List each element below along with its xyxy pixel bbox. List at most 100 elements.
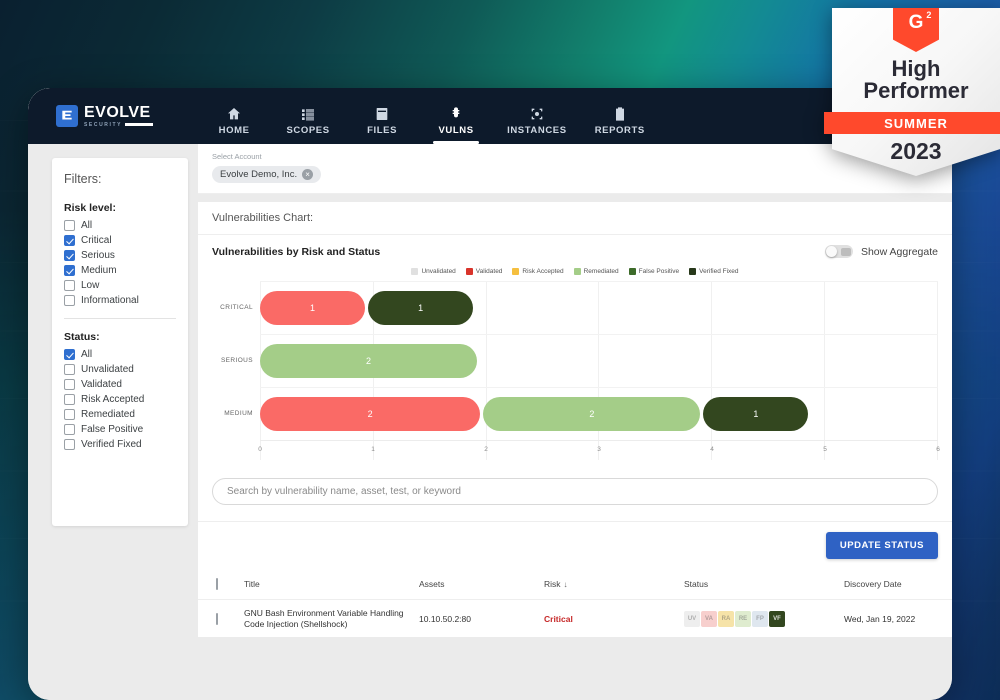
filter-status-verified-fixed[interactable]: Verified Fixed [64,439,176,450]
nav-items: HOME SCOPES FILES VULNS INSTANCES REPORT… [211,88,645,144]
filter-risk-critical[interactable]: Critical [64,235,176,246]
vulnerabilities-chart-panel: Vulnerabilities Chart: Vulnerabilities b… [198,202,952,521]
filter-label: Serious [81,250,115,261]
column-header-title[interactable]: Title [238,569,413,600]
cell-discovery-date: Wed, Jan 19, 2022 [844,613,916,624]
filter-status-unvalidated[interactable]: Unvalidated [64,364,176,375]
legend-label: Remediated [583,268,619,275]
nav-item-reports[interactable]: REPORTS [595,94,645,144]
x-tick-label: 5 [823,446,827,453]
table-row[interactable]: GNU Bash Environment Variable Handling C… [198,600,952,638]
filter-label: Risk Accepted [81,394,145,405]
nav-item-vulns[interactable]: VULNS [433,94,480,144]
bar-segment-verified-fixed[interactable]: 1 [368,291,474,325]
nav-item-scopes[interactable]: SCOPES [285,94,331,144]
clipboard-icon [612,106,628,122]
checkbox-status-false-positive[interactable] [64,424,75,435]
bar-segment-validated[interactable]: 2 [260,397,481,431]
bar-segment-verified-fixed[interactable]: 1 [703,397,809,431]
nav-label-reports: REPORTS [594,125,645,136]
filter-status-risk-accepted[interactable]: Risk Accepted [64,394,176,405]
status-badge-validated[interactable]: VA [701,610,717,627]
update-status-button[interactable]: UPDATE STATUS [825,532,938,559]
legend-item-false-positive: False Positive [628,268,680,275]
show-aggregate-label: Show Aggregate [860,245,938,258]
status-badge-remediated[interactable]: RE [735,610,751,627]
filter-label: Validated [81,379,122,390]
checkbox-select-all[interactable] [216,578,218,590]
checkbox-risk-serious[interactable] [64,250,75,261]
legend-item-risk-accepted: Risk Accepted [512,268,564,275]
bar-segment-validated[interactable]: 1 [260,291,366,325]
column-header-status[interactable]: Status [678,569,838,600]
nav-item-files[interactable]: FILES [359,94,405,144]
x-tick-label: 4 [710,446,714,453]
filter-status-remediated[interactable]: Remediated [64,409,176,420]
checkbox-risk-low[interactable] [64,280,75,291]
chart-x-axis: 0 1 2 3 4 5 6 [258,440,940,460]
show-aggregate-toggle[interactable] [824,245,853,258]
cell-status: UV VA RA RE FP VF [678,600,838,638]
top-navigation-bar: EVOLVE SECURITY HOME SCOPES FILES VULNS … [28,88,952,144]
checkbox-risk-informational[interactable] [64,295,75,306]
g2-award-line2: Performer [863,78,969,104]
nav-item-home[interactable]: HOME [211,94,257,144]
checkbox-row-select[interactable] [216,612,218,625]
column-header-risk[interactable]: Risk ↓ [538,569,678,600]
checkbox-risk-critical[interactable] [64,235,75,246]
risk-badge-critical: Critical [544,613,573,624]
list-icon [300,106,316,122]
status-badge-false-positive[interactable]: FP [752,610,768,627]
y-label-medium: MEDIUM [224,410,253,417]
chart-plot-area: 1 1 2 2 2 1 0 1 2 3 4 5 6 [258,281,940,460]
legend-label: Verified Fixed [699,268,739,275]
legend-label: False Positive [638,268,680,275]
filter-risk-low[interactable]: Low [64,280,176,291]
account-chip[interactable]: Evolve Demo, Inc. × [212,166,322,183]
legend-item-remediated: Remediated [573,268,619,275]
checkbox-status-unvalidated[interactable] [64,364,75,375]
cell-title: GNU Bash Environment Variable Handling C… [244,608,404,629]
nav-label-home: HOME [218,125,250,136]
sort-down-icon[interactable]: ↓ [564,580,568,589]
app-screen: EVOLVE SECURITY HOME SCOPES FILES VULNS … [28,88,952,700]
filter-risk-informational[interactable]: Informational [64,295,176,306]
section-gap [198,194,952,202]
column-header-discovery-date[interactable]: Discovery Date [838,569,952,600]
g2-logo-letter: G2 [908,10,932,33]
bar-segment-remediated[interactable]: 2 [483,397,701,431]
filter-risk-serious[interactable]: Serious [64,250,176,261]
filter-status-all[interactable]: All [64,349,176,360]
search-input[interactable] [212,478,938,505]
checkbox-status-all[interactable] [64,349,75,360]
status-badge-risk-accepted[interactable]: RA [718,610,734,627]
checkbox-status-remediated[interactable] [64,409,75,420]
filter-risk-all[interactable]: All [64,220,176,231]
x-tick: 4 [710,441,825,460]
checkbox-risk-medium[interactable] [64,265,75,276]
column-header-assets[interactable]: Assets [413,569,538,600]
column-header-risk-label: Risk [544,579,561,589]
legend-swatch [573,268,581,275]
filters-title: Filters: [64,172,102,186]
bar-segment-remediated[interactable]: 2 [260,344,477,378]
table-header-row: Title Assets Risk ↓ Status Discovery Date [198,569,952,600]
filter-risk-medium[interactable]: Medium [64,265,176,276]
checkbox-status-validated[interactable] [64,379,75,390]
legend-swatch [465,268,473,275]
close-icon[interactable]: × [302,169,314,180]
checkbox-status-risk-accepted[interactable] [64,394,75,405]
status-badge-verified-fixed[interactable]: VF [769,610,785,627]
filters-sidebar: Filters: Risk level: All Critical Seriou… [52,158,188,526]
brand-logo[interactable]: EVOLVE SECURITY [56,104,154,128]
status-group-title: Status: [64,331,100,343]
checkbox-risk-all[interactable] [64,220,75,231]
show-aggregate-control[interactable]: Show Aggregate [824,245,938,258]
filter-status-false-positive[interactable]: False Positive [64,424,176,435]
filter-status-validated[interactable]: Validated [64,379,176,390]
checkbox-status-verified-fixed[interactable] [64,439,75,450]
status-badge-unvalidated[interactable]: UV [684,610,700,627]
legend-swatch [512,268,520,275]
legend-label: Unvalidated [421,268,456,275]
nav-item-instances[interactable]: INSTANCES [507,94,567,144]
